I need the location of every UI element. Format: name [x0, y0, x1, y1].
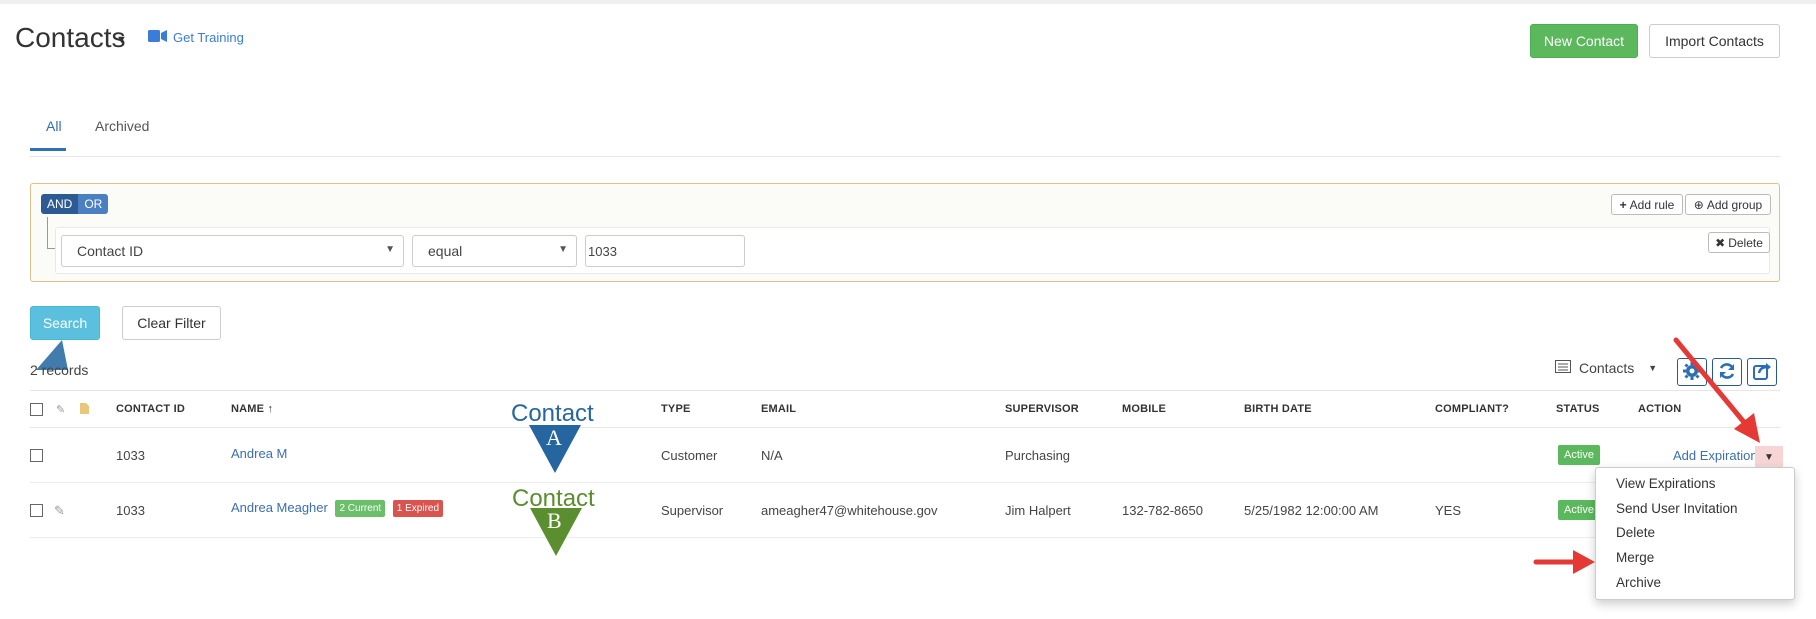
- caret-down-icon: ▼: [1648, 363, 1658, 373]
- col-type[interactable]: TYPE: [661, 403, 691, 415]
- filter-value-input[interactable]: 1033: [585, 235, 745, 267]
- new-contact-button[interactable]: New Contact: [1530, 24, 1638, 58]
- tab-all[interactable]: All: [46, 118, 62, 134]
- type-cell: Supervisor: [661, 503, 724, 518]
- video-camera-icon: [148, 30, 167, 45]
- menu-item-send-user-invitation[interactable]: Send User Invitation: [1616, 501, 1738, 516]
- col-supervisor[interactable]: SUPERVISOR: [1005, 403, 1079, 415]
- operator-select[interactable]: equal ▼: [412, 235, 577, 267]
- delete-rule-button[interactable]: ✖ Delete: [1708, 232, 1770, 253]
- status-badge: Active: [1558, 500, 1600, 520]
- add-group-label: Add group: [1706, 197, 1763, 212]
- status-badge: Active: [1558, 445, 1600, 465]
- view-selector[interactable]: Contacts ▼: [1555, 360, 1657, 376]
- clear-filter-button[interactable]: Clear Filter: [122, 306, 221, 340]
- list-icon: [1555, 360, 1571, 376]
- view-selector-label: Contacts: [1579, 360, 1635, 376]
- filter-rule: Contact ID ▼ equal ▼ 1033: [55, 227, 1807, 275]
- menu-item-view-expirations[interactable]: View Expirations: [1616, 476, 1716, 491]
- expired-badge[interactable]: 1 Expired: [392, 500, 444, 518]
- action-menu: View Expirations Send User Invitation De…: [1595, 467, 1795, 600]
- type-cell: Customer: [661, 448, 718, 463]
- plus-circle-icon: ⊕: [1693, 197, 1704, 212]
- supervisor-cell: Jim Halpert: [1005, 503, 1071, 518]
- mobile-cell: 132-782-8650: [1122, 503, 1203, 518]
- note-icon: [80, 403, 89, 417]
- attachment-icon[interactable]: ✎: [54, 503, 65, 519]
- col-contact-id[interactable]: CONTACT ID: [116, 403, 185, 415]
- table-row: 1033 Andrea M Customer N/A Purchasing Ac…: [30, 428, 1780, 483]
- contact-id-cell: 1033: [116, 503, 145, 518]
- or-button[interactable]: OR: [78, 194, 109, 214]
- annotation-letter-b: B: [547, 508, 562, 533]
- active-tab-indicator: [30, 148, 66, 151]
- contacts-table: ✎ CONTACT ID NAME ↑ TYPE EMAIL SUPERVISO…: [30, 390, 1780, 538]
- chevron-down-icon: ▼: [385, 244, 395, 255]
- operator-select-value: equal: [428, 243, 463, 259]
- col-birth-date[interactable]: BIRTH DATE: [1244, 403, 1312, 415]
- delete-rule-label: Delete: [1728, 235, 1763, 250]
- sort-asc-icon: ↑: [267, 403, 274, 415]
- and-or-toggle: AND OR: [41, 194, 109, 214]
- col-status[interactable]: STATUS: [1556, 403, 1600, 415]
- table-row: ✎ 1033 Andrea Meagher 2 Current 1 Expire…: [30, 483, 1780, 538]
- tabs-bar: All Archived: [30, 105, 1780, 157]
- col-name[interactable]: NAME ↑: [231, 403, 273, 415]
- import-contacts-button[interactable]: Import Contacts: [1649, 24, 1780, 58]
- add-rule-label: Add rule: [1629, 197, 1675, 212]
- get-training-label: Get Training: [173, 30, 244, 45]
- top-border: [0, 0, 1816, 4]
- plus-icon: +: [1619, 197, 1627, 212]
- row-checkbox[interactable]: [30, 449, 43, 462]
- menu-item-archive[interactable]: Archive: [1616, 575, 1661, 590]
- email-cell: N/A: [761, 448, 783, 463]
- col-mobile[interactable]: MOBILE: [1122, 403, 1166, 415]
- chevron-down-icon: ▼: [558, 244, 568, 255]
- compliant-cell: YES: [1435, 503, 1462, 518]
- email-cell: ameagher47@whitehouse.gov: [761, 503, 938, 518]
- get-training-link[interactable]: Get Training: [148, 30, 244, 45]
- add-rule-button[interactable]: + Add rule: [1611, 194, 1683, 215]
- contact-name-cell: Andrea Meagher 2 Current 1 Expired: [231, 500, 444, 518]
- current-badge[interactable]: 2 Current: [335, 500, 386, 518]
- action-dropdown-toggle[interactable]: ▼: [1755, 446, 1783, 468]
- annotation-arrow-to-merge: [1533, 550, 1595, 574]
- row-checkbox[interactable]: [30, 504, 43, 517]
- birth-date-cell: 5/25/1982 12:00:00 AM: [1244, 503, 1379, 518]
- annotation-contact-a-label: Contact: [511, 400, 594, 427]
- supervisor-cell: Purchasing: [1005, 448, 1071, 463]
- contact-name-link[interactable]: Andrea M: [231, 446, 287, 461]
- tab-archived[interactable]: Archived: [95, 118, 149, 134]
- query-builder: AND OR + Add rule ⊕ Add group Contact ID…: [30, 183, 1780, 282]
- col-name-label: NAME: [231, 403, 265, 415]
- rule-tree-line: [47, 217, 48, 249]
- records-count: 2 records: [30, 362, 89, 378]
- annotation-arrow-to-caret: [1673, 337, 1760, 443]
- menu-item-merge[interactable]: Merge: [1616, 550, 1654, 565]
- and-button[interactable]: AND: [41, 194, 79, 214]
- field-select[interactable]: Contact ID ▼: [61, 235, 404, 267]
- paperclip-icon: ✎: [56, 404, 66, 416]
- field-select-value: Contact ID: [77, 243, 144, 259]
- add-group-button[interactable]: ⊕ Add group: [1685, 194, 1771, 215]
- contact-id-cell: 1033: [116, 448, 145, 463]
- page-title: Contacts: [15, 22, 126, 53]
- select-all-checkbox[interactable]: [30, 403, 43, 416]
- close-icon: ✖: [1715, 235, 1726, 250]
- contact-name-link[interactable]: Andrea Meagher: [231, 500, 328, 515]
- menu-item-delete[interactable]: Delete: [1616, 525, 1655, 540]
- table-header: ✎ CONTACT ID NAME ↑ TYPE EMAIL SUPERVISO…: [30, 390, 1780, 428]
- search-button[interactable]: Search: [30, 306, 100, 340]
- add-expiration-link[interactable]: Add Expiration: [1673, 448, 1758, 463]
- title-dropdown-caret-icon[interactable]: ▼: [116, 34, 127, 46]
- annotation-letter-a: A: [546, 425, 562, 450]
- caret-down-icon: ▼: [1764, 451, 1774, 463]
- col-compliant[interactable]: COMPLIANT?: [1435, 403, 1509, 415]
- col-email[interactable]: EMAIL: [761, 403, 796, 415]
